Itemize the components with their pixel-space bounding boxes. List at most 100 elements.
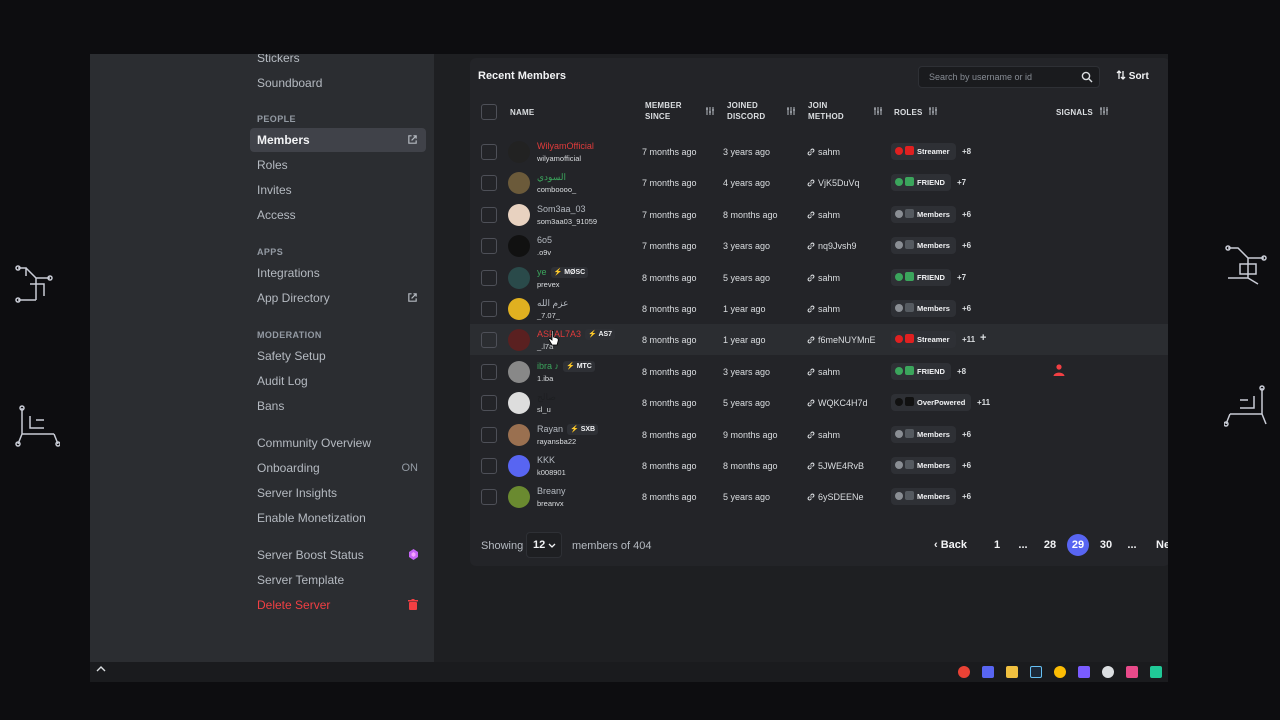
filter-icon[interactable] (928, 106, 938, 116)
display-name[interactable]: عزم الله (537, 298, 568, 309)
role-pill[interactable]: FRIEND (891, 268, 951, 286)
settings-app-icon[interactable] (1102, 666, 1114, 678)
pagination-page-30[interactable]: 30 (1097, 534, 1115, 556)
table-row[interactable]: Rayan ⚡ SXB rayansba22 8 months ago 9 months… (470, 419, 1168, 450)
role-pill[interactable]: Members (891, 237, 956, 255)
avatar[interactable] (508, 423, 530, 446)
display-name[interactable]: Breany (537, 486, 566, 496)
steam-icon[interactable] (1030, 666, 1042, 678)
table-row[interactable]: WilyamOfficial wilyamofficial 7 months ago… (470, 136, 1168, 167)
table-row[interactable]: Breany breanvx 8 months ago 5 years ago 6ySD… (470, 481, 1168, 512)
sidebar-item-stickers[interactable]: Stickers (250, 54, 426, 70)
sidebar-item-roles[interactable]: Roles (250, 153, 426, 177)
filter-icon[interactable] (705, 106, 715, 116)
game-app-icon[interactable] (1126, 666, 1138, 678)
table-row[interactable]: ye ⚡ MØSC prevex 8 months ago 5 years ago sah… (470, 262, 1168, 293)
search-input[interactable]: Search by username or id (918, 66, 1100, 88)
display-name[interactable]: السودي (537, 172, 566, 183)
table-row[interactable]: عزم الله _7.07_ 8 months ago 1 year ago sahm… (470, 293, 1168, 324)
sidebar-item-app-directory[interactable]: App Directory (250, 286, 426, 310)
select-all-checkbox[interactable] (481, 104, 497, 120)
app-icon[interactable] (1078, 666, 1090, 678)
chrome-icon[interactable] (958, 666, 970, 678)
display-name[interactable]: KKK (537, 455, 555, 465)
table-row[interactable]: Som3aa_03 som3aa03_91059 7 months ago 8 mon… (470, 199, 1168, 230)
row-checkbox[interactable] (481, 395, 497, 412)
more-roles-count[interactable]: +8 (957, 367, 966, 376)
sidebar-item-server-template[interactable]: Server Template (250, 568, 426, 592)
avatar[interactable] (508, 298, 530, 320)
avatar[interactable] (508, 172, 530, 195)
column-header-member-since[interactable]: MEMBER SINCE (645, 100, 682, 122)
display-name[interactable]: WilyamOfficial (537, 141, 594, 151)
filter-icon[interactable] (786, 106, 796, 116)
role-pill[interactable]: Streamer (891, 331, 956, 349)
pagination-back[interactable]: ‹ Back (934, 534, 967, 556)
avatar[interactable] (508, 360, 530, 383)
chrome-alt-icon[interactable] (1054, 666, 1066, 678)
row-checkbox[interactable] (481, 144, 497, 160)
row-checkbox[interactable] (481, 175, 497, 192)
more-roles-count[interactable]: +6 (962, 492, 971, 501)
sidebar-item-delete-server[interactable]: Delete Server (250, 593, 426, 617)
discord-icon[interactable] (982, 666, 994, 678)
table-row[interactable]: صالح sl_u 8 months ago 5 years ago WQKC4H7d O… (470, 387, 1168, 418)
row-checkbox[interactable] (481, 489, 497, 506)
signal-warning-icon[interactable] (1052, 363, 1066, 377)
role-pill[interactable]: FRIEND (891, 174, 951, 192)
pagination-page-28[interactable]: 28 (1041, 534, 1059, 556)
table-row[interactable]: السودي comboooo_ 7 months ago 4 years ago Vj… (470, 167, 1168, 198)
avatar[interactable] (508, 141, 530, 163)
add-role-button[interactable]: + (980, 332, 986, 344)
more-roles-count[interactable]: +8 (962, 147, 971, 156)
sidebar-item-bans[interactable]: Bans (250, 394, 426, 418)
row-checkbox[interactable] (481, 206, 497, 223)
more-roles-count[interactable]: +7 (957, 178, 966, 187)
column-header-name[interactable]: NAME (510, 107, 534, 118)
display-name[interactable]: Rayan ⚡ SXB (537, 423, 599, 435)
display-name[interactable]: ibra ♪ ⚡ MTC (537, 360, 595, 372)
column-header-roles[interactable]: ROLES (894, 107, 923, 118)
table-row[interactable]: KKK k008901 8 months ago 8 months ago 5JWE4R… (470, 450, 1168, 481)
sidebar-item-members[interactable]: Members (250, 128, 426, 152)
table-row[interactable]: 6o5 .o9v 7 months ago 3 years ago nq9Jvsh9 Me… (470, 230, 1168, 261)
role-pill[interactable]: FRIEND (891, 362, 951, 380)
role-pill[interactable]: OverPowered (891, 394, 972, 412)
table-row[interactable]: ASFAL7A3 ⚡ AS7 _.l7a 8 months ago 1 year ago… (470, 324, 1168, 356)
avatar[interactable] (508, 392, 530, 415)
display-name[interactable]: ye ⚡ MØSC (537, 266, 589, 278)
role-pill[interactable]: Members (891, 425, 956, 443)
filter-icon[interactable] (873, 106, 883, 116)
sidebar-item-enable-monetization[interactable]: Enable Monetization (250, 506, 426, 530)
sidebar-item-soundboard[interactable]: Soundboard (250, 71, 426, 95)
chevron-up-icon[interactable] (96, 664, 106, 676)
more-roles-count[interactable]: +11 (962, 335, 975, 344)
avatar[interactable] (508, 203, 530, 226)
row-checkbox[interactable] (481, 269, 497, 286)
pagination-page-1[interactable]: 1 (992, 534, 1002, 556)
column-header-join-method[interactable]: JOIN METHOD (808, 100, 844, 122)
column-header-joined-discord[interactable]: JOINED DISCORD (727, 100, 765, 122)
sidebar-item-invites[interactable]: Invites (250, 178, 426, 202)
chat-app-icon[interactable] (1150, 666, 1162, 678)
more-roles-count[interactable]: +6 (962, 210, 971, 219)
display-name[interactable]: Som3aa_03 (537, 204, 586, 214)
pagination-next[interactable]: Ne (1156, 534, 1168, 556)
table-row[interactable]: ibra ♪ ⚡ MTC 1.iba 8 months ago 3 years ago s… (470, 356, 1168, 387)
avatar[interactable] (508, 266, 530, 289)
row-checkbox[interactable] (481, 332, 497, 349)
more-roles-count[interactable]: +6 (962, 430, 971, 439)
sidebar-item-server-insights[interactable]: Server Insights (250, 481, 426, 505)
row-checkbox[interactable] (481, 426, 497, 443)
role-pill[interactable]: Members (891, 457, 956, 474)
avatar[interactable] (508, 455, 530, 477)
row-checkbox[interactable] (481, 363, 497, 380)
sidebar-item-audit-log[interactable]: Audit Log (250, 369, 426, 393)
display-name[interactable]: 6o5 (537, 235, 552, 245)
pagination-page-29[interactable]: 29 (1067, 534, 1089, 556)
per-page-select[interactable]: 12 (526, 532, 562, 558)
folder-icon[interactable] (1006, 666, 1018, 678)
avatar[interactable] (508, 486, 530, 509)
avatar[interactable] (508, 329, 530, 352)
more-roles-count[interactable]: +6 (962, 461, 971, 470)
